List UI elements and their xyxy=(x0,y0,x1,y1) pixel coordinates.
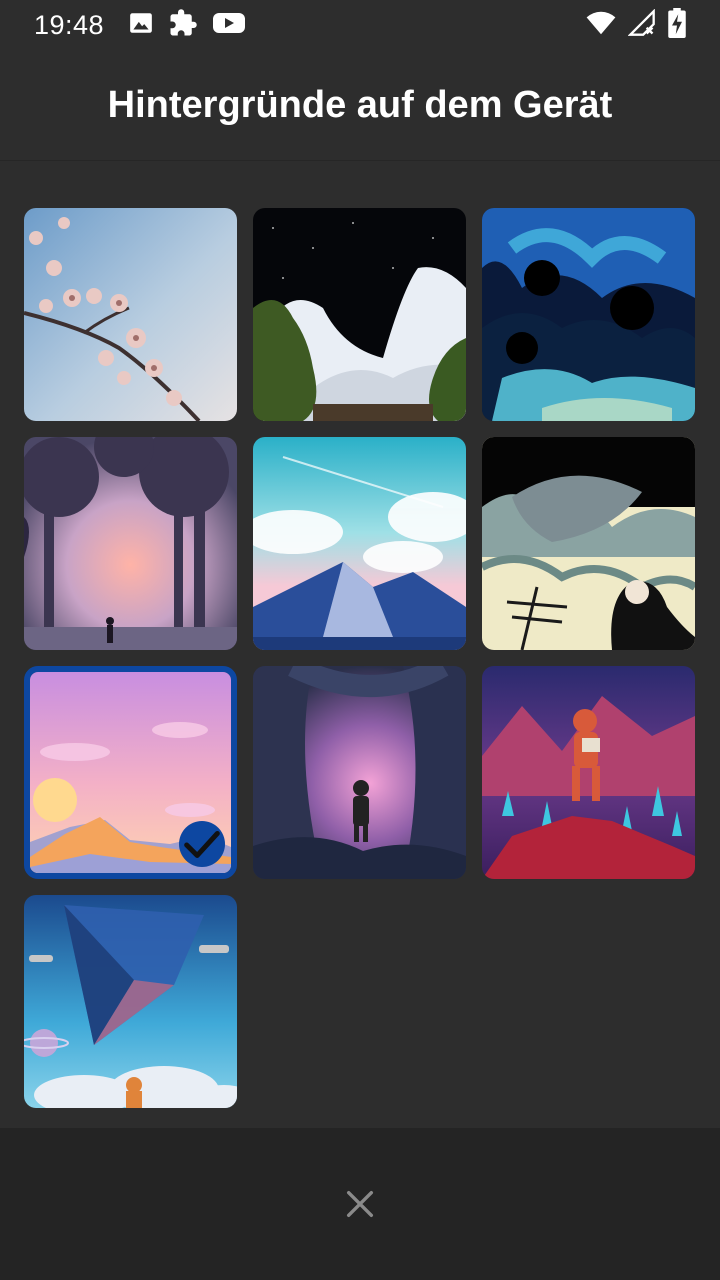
youtube-icon xyxy=(212,10,246,41)
status-bar: 19:48 xyxy=(0,0,720,50)
wifi-icon xyxy=(586,10,616,41)
wallpaper-blue-swirl-clouds[interactable] xyxy=(482,208,695,421)
notification-icons xyxy=(128,8,246,43)
check-icon xyxy=(184,830,220,858)
wallpaper-cherry-blossom[interactable] xyxy=(24,208,237,421)
system-icons xyxy=(586,7,686,43)
wallpaper-pink-sky-mountains[interactable] xyxy=(24,666,237,879)
wallpaper-whale-waves-girl[interactable] xyxy=(482,437,695,650)
wallpaper-sunset-forest-wanderer[interactable] xyxy=(24,437,237,650)
battery-charging-icon xyxy=(668,7,686,43)
close-button[interactable] xyxy=(330,1174,390,1234)
wallpaper-night-clouds[interactable] xyxy=(253,208,466,421)
close-icon xyxy=(346,1190,374,1218)
wallpaper-sky-pyramid-ships[interactable] xyxy=(24,895,237,1108)
wallpaper-jungle-astronaut[interactable] xyxy=(253,666,466,879)
selected-check-badge xyxy=(179,821,225,867)
bottom-bar xyxy=(0,1128,720,1280)
cell-signal-icon xyxy=(627,8,656,42)
image-icon xyxy=(128,10,154,41)
wallpaper-red-crystal-astronaut[interactable] xyxy=(482,666,695,879)
status-time: 19:48 xyxy=(34,9,105,40)
wallpaper-grid xyxy=(24,208,695,1108)
header: Hintergründe auf dem Gerät xyxy=(0,50,720,161)
puzzle-icon xyxy=(168,8,198,43)
page-title: Hintergründe auf dem Gerät xyxy=(107,83,613,126)
wallpaper-pastel-mountains[interactable] xyxy=(253,437,466,650)
